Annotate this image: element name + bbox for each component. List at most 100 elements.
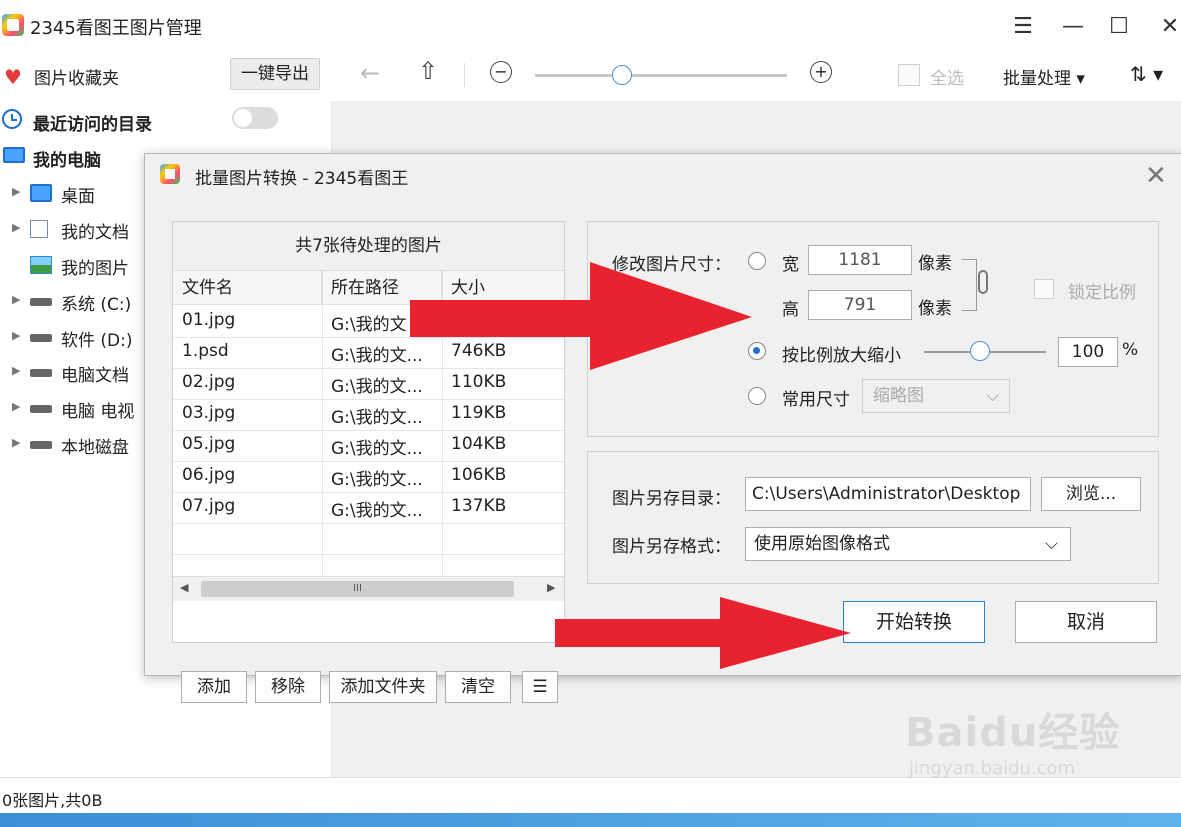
back-arrow-icon[interactable]: ← xyxy=(360,59,380,87)
scroll-left-icon[interactable]: ◀ xyxy=(180,581,188,594)
preset-value: 缩略图 xyxy=(873,386,924,406)
drive-icon xyxy=(30,298,52,306)
expand-arrow-icon[interactable]: ▶ xyxy=(12,329,20,342)
row-size: 119KB xyxy=(451,403,507,423)
expand-arrow-icon[interactable]: ▶ xyxy=(12,364,20,377)
row-path: G:\我的文... xyxy=(331,501,423,521)
add-button[interactable]: 添加 xyxy=(181,671,247,703)
select-all-label[interactable]: 全选 xyxy=(930,64,964,89)
height-input[interactable]: 791 xyxy=(808,290,912,320)
app-logo-icon xyxy=(160,164,180,184)
chain-link-icon[interactable] xyxy=(978,270,988,294)
expand-arrow-icon[interactable]: ▶ xyxy=(12,221,20,234)
ratio-bracket xyxy=(962,259,977,311)
preset-dropdown[interactable]: 缩略图 ⌵ xyxy=(862,379,1010,413)
height-label: 高 xyxy=(782,300,799,320)
dialog-title: 批量图片转换 - 2345看图王 xyxy=(195,169,409,189)
scrollbar-thumb[interactable]: III xyxy=(201,581,514,597)
table-row[interactable]: 07.jpg G:\我的文... 137KB xyxy=(173,492,564,524)
row-filename: 1.psd xyxy=(182,341,229,361)
start-convert-button[interactable]: 开始转换 xyxy=(843,601,985,643)
toolbar-divider xyxy=(464,63,465,87)
table-row[interactable]: 03.jpg G:\我的文... 119KB xyxy=(173,399,564,431)
status-bar: 0张图片,共0B xyxy=(0,777,1181,814)
toolbar: ♥ 图片收藏夹 一键导出 ← ⇧ − + 全选 批量处理 ▾ ⇅ ▾ xyxy=(0,55,1181,102)
clock-icon xyxy=(2,109,22,129)
annotation-arrow-icon xyxy=(410,262,752,370)
heart-icon[interactable]: ♥ xyxy=(4,65,22,89)
column-header-filename[interactable]: 文件名 xyxy=(173,271,322,305)
lock-ratio-checkbox[interactable] xyxy=(1034,279,1054,299)
table-row[interactable]: 05.jpg G:\我的文... 104KB xyxy=(173,430,564,462)
height-unit: 像素 xyxy=(918,299,952,319)
remove-button[interactable]: 移除 xyxy=(255,671,321,703)
sort-menu[interactable]: ⇅ ▾ xyxy=(1130,62,1163,86)
width-unit: 像素 xyxy=(918,254,952,274)
output-dir-input[interactable]: C:\Users\Administrator\Desktop xyxy=(745,477,1031,511)
row-filename: 02.jpg xyxy=(182,372,236,392)
sidebar-item-label: 电脑 电视 xyxy=(61,402,135,422)
annotation-arrow-icon xyxy=(555,597,851,669)
table-row-empty xyxy=(173,523,564,555)
recent-dirs-label[interactable]: 最近访问的目录 xyxy=(33,110,152,135)
zoom-in-icon[interactable]: + xyxy=(810,61,832,83)
scale-slider-handle[interactable] xyxy=(969,341,990,361)
row-path: G:\我的文... xyxy=(331,408,423,428)
zoom-slider-track[interactable] xyxy=(535,74,787,77)
sidebar-item-label: 我的文档 xyxy=(61,223,129,243)
zoom-slider-handle[interactable] xyxy=(612,65,632,85)
menu-icon[interactable]: ☰ xyxy=(1008,12,1038,42)
sidebar-item-label: 系统 (C:) xyxy=(61,295,132,315)
row-size: 104KB xyxy=(451,434,507,454)
export-button[interactable]: 一键导出 xyxy=(230,58,320,90)
expand-arrow-icon[interactable]: ▶ xyxy=(12,185,20,198)
maximize-button[interactable]: ☐ xyxy=(1104,12,1134,42)
cancel-button[interactable]: 取消 xyxy=(1015,601,1157,643)
scale-label: 按比例放大缩小 xyxy=(782,346,901,366)
preset-size-radio[interactable] xyxy=(748,387,766,405)
width-input[interactable]: 1181 xyxy=(808,245,912,275)
expand-arrow-icon[interactable]: ▶ xyxy=(12,293,20,306)
clear-button[interactable]: 清空 xyxy=(445,671,511,703)
drive-icon xyxy=(30,441,52,449)
scale-unit: % xyxy=(1122,340,1139,360)
favorites-label[interactable]: 图片收藏夹 xyxy=(34,64,119,89)
row-filename: 06.jpg xyxy=(182,465,236,485)
row-path: G:\我的文... xyxy=(331,439,423,459)
scroll-right-icon[interactable]: ▶ xyxy=(547,581,555,594)
drive-icon xyxy=(30,334,52,342)
row-path: G:\我的文... xyxy=(331,470,423,490)
output-format-value: 使用原始图像格式 xyxy=(754,534,890,554)
table-row[interactable]: 02.jpg G:\我的文... 110KB xyxy=(173,368,564,400)
expand-arrow-icon[interactable]: ▶ xyxy=(12,436,20,449)
batch-process-menu[interactable]: 批量处理 ▾ xyxy=(1003,64,1085,89)
expand-arrow-icon[interactable]: ▶ xyxy=(12,400,20,413)
app-title: 2345看图王图片管理 xyxy=(30,18,202,39)
select-all-checkbox[interactable] xyxy=(898,64,920,86)
close-button[interactable]: ✕ xyxy=(1155,12,1181,42)
lock-ratio-label[interactable]: 锁定比例 xyxy=(1068,278,1136,303)
output-settings-group: 图片另存目录： C:\Users\Administrator\Desktop 浏… xyxy=(587,451,1159,584)
drive-icon xyxy=(30,369,52,377)
minimize-button[interactable]: — xyxy=(1058,12,1088,42)
app-logo-icon xyxy=(2,14,24,36)
horizontal-scrollbar[interactable]: ◀ III ▶ xyxy=(173,576,564,601)
zoom-out-icon[interactable]: − xyxy=(490,61,512,83)
row-size: 110KB xyxy=(451,372,507,392)
table-row[interactable]: 06.jpg G:\我的文... 106KB xyxy=(173,461,564,493)
monitor-icon xyxy=(30,184,52,202)
picture-icon xyxy=(30,256,52,274)
chevron-down-icon: ⌵ xyxy=(1045,534,1058,554)
drive-icon xyxy=(30,405,52,413)
up-arrow-icon[interactable]: ⇧ xyxy=(418,57,438,85)
recent-dirs-toggle[interactable] xyxy=(232,107,278,129)
scale-input[interactable]: 100 xyxy=(1058,337,1118,367)
add-folder-button[interactable]: 添加文件夹 xyxy=(329,671,437,703)
output-format-dropdown[interactable]: 使用原始图像格式 ⌵ xyxy=(745,527,1071,561)
row-path: G:\我的文... xyxy=(331,377,423,397)
dialog-close-icon[interactable]: ✕ xyxy=(1145,161,1167,191)
browse-button[interactable]: 浏览... xyxy=(1041,477,1141,511)
chevron-down-icon: ⌵ xyxy=(986,386,999,406)
my-computer-label[interactable]: 我的电脑 xyxy=(33,146,101,171)
list-view-icon[interactable]: ☰ xyxy=(522,671,558,703)
